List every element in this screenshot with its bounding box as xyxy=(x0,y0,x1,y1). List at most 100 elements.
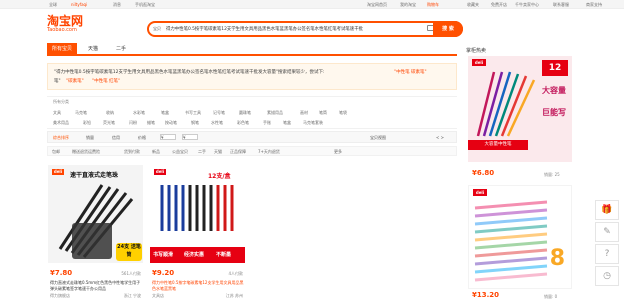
logo-text: 淘宝网 xyxy=(47,14,84,28)
search-input[interactable]: 得力中性笔0.5按字笔碳素笔12支学生用文具用品黑色水笔蓝黑笔办公签名笔水性笔红… xyxy=(166,26,423,32)
category-item[interactable]: 笔袋 xyxy=(339,110,347,116)
edit-icon[interactable]: ✎ xyxy=(595,222,619,242)
sidebar-ad[interactable]: deli 8 xyxy=(468,185,572,289)
category-item[interactable]: 记号笔 xyxy=(213,110,225,116)
sidebar-ad[interactable]: deli 12 大容量 巨能写 大容量中性笔 xyxy=(468,56,572,162)
shop-location: 浙江 宁波 xyxy=(123,293,141,298)
category-item[interactable]: 圆珠笔 xyxy=(239,110,251,116)
shop-name[interactable]: 得力旗舰店 xyxy=(50,293,70,299)
pen-row-illustration xyxy=(160,185,234,231)
tab-all-items[interactable]: 所有宝贝 xyxy=(47,43,77,55)
ad-tag: 巨能写 xyxy=(542,108,566,117)
sort-credit[interactable]: 信用 xyxy=(112,135,120,141)
feature-tag: 不断墨 xyxy=(216,252,232,258)
help-link[interactable]: 联系客服 xyxy=(553,2,569,8)
category-item[interactable]: 彩色笔 xyxy=(237,120,249,126)
category-item[interactable]: 彩铅 xyxy=(83,120,91,126)
seller-link[interactable]: 免费开店 xyxy=(491,2,507,8)
filter-checkbox[interactable]: 公益宝贝 xyxy=(172,149,188,155)
my-taobao-link[interactable]: 我的淘宝 xyxy=(400,2,416,8)
category-item[interactable]: 按动笔 xyxy=(165,120,177,126)
category-item[interactable]: 文具 xyxy=(53,110,61,116)
search-scope-select[interactable]: 宝贝 xyxy=(153,26,161,32)
region-selector[interactable]: 全球 xyxy=(49,2,57,8)
messages-link[interactable]: 消息 xyxy=(113,2,121,8)
suggestion-link-1[interactable]: "中性笔 碳素笔" xyxy=(394,69,427,75)
count-badge: 12 xyxy=(542,60,568,76)
search-suggestion-box: "得力中性笔0.5按字笔碳素笔12支学生用文具用品黑色水笔蓝黑笔办公签名笔水性笔… xyxy=(47,63,457,90)
seller-center-link[interactable]: 千牛卖家中心 xyxy=(515,2,539,8)
mobile-taobao-link[interactable]: 手机逛淘宝 xyxy=(135,2,155,8)
category-item[interactable]: 收纳 xyxy=(106,110,114,116)
user-name-link[interactable]: niltyfaqi xyxy=(71,2,87,7)
sort-default[interactable]: 综合排序 xyxy=(53,135,69,141)
category-item[interactable]: 闪粉 xyxy=(129,120,137,126)
suggestion-text: "得力中性笔0.5按字笔碳素笔12支学生用文具用品黑色水笔蓝黑笔办公签名笔水性笔… xyxy=(54,70,325,75)
product-title[interactable]: 得力中性笔0.5按字笔碳素笔12支学生用文具用品黑色水笔蓝黑笔 xyxy=(152,280,244,291)
hot-sellers-sidebar: 掌柜热卖 deli 12 大容量 巨能写 大容量中性笔 ¥6.80 销量: 25… xyxy=(466,43,576,308)
product-banner: 12支/盒 xyxy=(208,173,231,180)
price-min-input[interactable]: ¥ xyxy=(160,134,176,140)
help-icon[interactable]: ? xyxy=(595,244,619,264)
filter-checkbox[interactable]: 天猫 xyxy=(214,149,222,155)
category-item[interactable]: 荧光笔 xyxy=(103,120,115,126)
product-card[interactable]: deli 速干直液式走笔珠 24支 送笔筒 ¥7.80 561人付款 得力直液式… xyxy=(48,165,143,308)
view-toggle[interactable]: 宝贝视图 xyxy=(370,135,386,141)
taobao-logo[interactable]: 淘宝网 Taobao.com xyxy=(47,15,91,35)
pen-fan-illustration xyxy=(476,71,536,137)
product-sold: 4人付款 xyxy=(228,271,243,276)
product-title[interactable]: 得力直液式走珠笔0.5mm红色黑色中性笔学生用子弹头碳素笔签字笔速干办公用品 xyxy=(50,280,142,291)
filter-checkbox[interactable]: 包邮 xyxy=(52,149,60,155)
clock-icon[interactable]: ◷ xyxy=(595,266,619,286)
pager-arrows[interactable]: < > xyxy=(436,135,444,140)
cart-link[interactable]: 购物车 xyxy=(427,2,439,8)
taobao-home-link[interactable]: 淘宝网首页 xyxy=(367,2,387,8)
filter-checkbox[interactable]: 二手 xyxy=(198,149,206,155)
category-item[interactable]: 笔盒 xyxy=(283,120,291,126)
category-label: 所有分类 xyxy=(53,99,69,104)
sidebar-sold: 销量: 25 xyxy=(544,172,560,177)
sidebar-price: ¥6.80 xyxy=(472,169,495,177)
category-item[interactable]: 水彩笔 xyxy=(133,110,145,116)
filter-more[interactable]: 更多 xyxy=(334,149,342,155)
sort-sales[interactable]: 销量 xyxy=(86,135,94,141)
product-image[interactable]: deli 速干直液式走笔珠 24支 送笔筒 xyxy=(48,165,143,263)
sort-price[interactable]: 价格 xyxy=(138,135,146,141)
filter-checkbox[interactable]: 赠送退货运费险 xyxy=(72,149,100,155)
filter-checkbox[interactable]: 7+天内退货 xyxy=(258,149,280,155)
category-item[interactable]: 美术用品 xyxy=(53,120,69,126)
product-price: ¥7.80 xyxy=(50,269,73,277)
product-banner: 速干直液式走笔珠 xyxy=(70,172,119,179)
filter-bar: 包邮 赠送退货运费险 货到付款 新品 公益宝贝 二手 天猫 正品保障 7+天内退… xyxy=(47,146,457,156)
search-button[interactable]: 搜 索 xyxy=(433,21,463,37)
category-item[interactable]: 马克笔套装 xyxy=(303,120,323,126)
shop-name[interactable]: 文具店 xyxy=(152,293,164,299)
category-item[interactable]: 画材 xyxy=(300,110,308,116)
gift-icon[interactable]: 🎁 xyxy=(595,200,619,220)
product-image[interactable]: deli 12支/盒 书写顺滑 经济实惠 不断墨 xyxy=(150,165,245,263)
merchant-link[interactable]: 商家支持 xyxy=(586,2,602,8)
price-max-input[interactable]: ¥ xyxy=(182,134,198,140)
category-item[interactable]: 素描用品 xyxy=(267,110,283,116)
filter-checkbox[interactable]: 新品 xyxy=(152,149,160,155)
favorites-link[interactable]: 收藏夹 xyxy=(467,2,479,8)
category-item[interactable]: 手账 xyxy=(263,120,271,126)
product-card[interactable]: deli 12支/盒 书写顺滑 经济实惠 不断墨 ¥9.20 4人付款 得力中性… xyxy=(150,165,245,308)
category-item[interactable]: 笔筒 xyxy=(319,110,327,116)
promo-badge: 24支 送笔筒 xyxy=(116,243,142,261)
category-item[interactable]: 笔盒 xyxy=(161,110,169,116)
tab-second-hand[interactable]: 二手 xyxy=(111,43,131,55)
filter-checkbox[interactable]: 货到付款 xyxy=(124,149,140,155)
filter-checkbox[interactable]: 正品保障 xyxy=(230,149,246,155)
category-item[interactable]: 水性笔 xyxy=(211,120,223,126)
category-item[interactable]: 蜡笔 xyxy=(147,120,155,126)
category-item[interactable]: 书写工具 xyxy=(185,110,201,116)
category-item[interactable]: 马克笔 xyxy=(75,110,87,116)
sidebar-price: ¥13.20 xyxy=(472,291,500,299)
tab-tmall[interactable]: 天猫 xyxy=(83,43,103,55)
suggestion-link-2[interactable]: "碳素笔" xyxy=(66,78,84,84)
suggestion-link-3[interactable]: "中性笔 红笔" xyxy=(92,78,120,84)
sidebar-sold: 销量: 0 xyxy=(544,294,558,299)
category-item[interactable]: 钢笔 xyxy=(191,120,199,126)
product-price: ¥9.20 xyxy=(152,269,175,277)
